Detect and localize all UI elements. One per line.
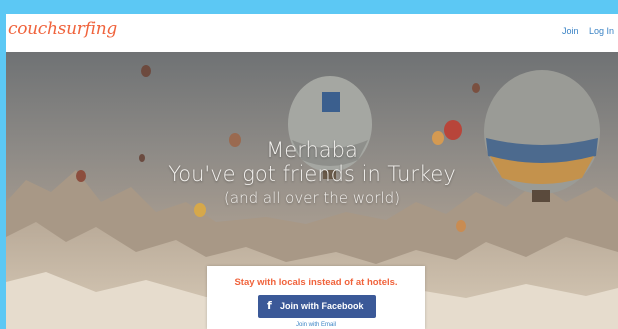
top-navigation-bar: couchsurfing Join Log In [6,14,618,52]
signup-tagline: Stay with locals instead of at hotels. [234,277,398,288]
hero-greeting: Merhaba [266,138,358,162]
join-with-facebook-button[interactable]: f Join with Facebook [258,295,376,318]
hero-section: Merhaba You've got friends in Turkey (an… [6,52,618,329]
browser-frame: couchsurfing Join Log In Merhaba You've … [6,14,618,329]
facebook-button-label: Join with Facebook [280,301,364,311]
join-link[interactable]: Join [562,26,579,36]
hero-subheadline: (and all over the world) [224,189,400,207]
signup-card: Stay with locals instead of at hotels. f… [207,266,425,329]
login-link[interactable]: Log In [589,26,614,36]
join-with-email-link[interactable]: Join with Email [207,322,425,328]
header-nav: Join Log In [554,26,614,36]
couchsurfing-logo[interactable]: couchsurfing [8,19,117,39]
hero-headline: You've got friends in Turkey [168,162,456,186]
facebook-icon: f [267,299,272,312]
